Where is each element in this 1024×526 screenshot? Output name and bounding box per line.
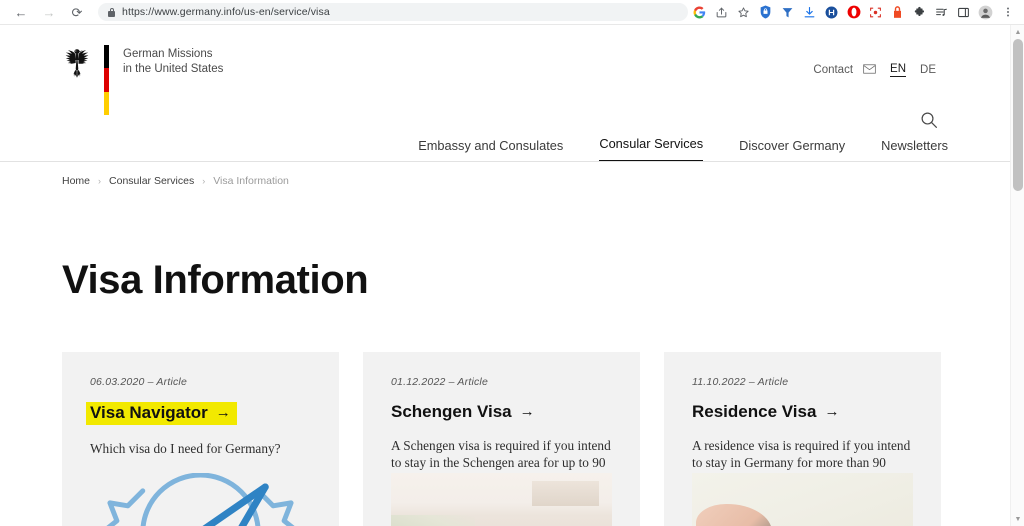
blue-circle-extension-icon[interactable] xyxy=(821,2,842,23)
puzzle-extensions-icon[interactable] xyxy=(909,2,930,23)
card-meta: 11.10.2022 – Article xyxy=(692,376,789,388)
card-meta: 01.12.2022 – Article xyxy=(391,376,489,388)
card-title-link[interactable]: Schengen Visa → xyxy=(391,402,535,422)
utility-nav: Contact EN DE xyxy=(813,63,936,77)
browser-nav-buttons: ← → ⟳ xyxy=(0,1,90,23)
card-title-text: Visa Navigator xyxy=(90,403,208,422)
back-button[interactable]: ← xyxy=(8,1,34,23)
card-title-link[interactable]: Visa Navigator → xyxy=(86,402,237,425)
download-icon[interactable] xyxy=(799,2,820,23)
header-divider xyxy=(0,161,1010,162)
breadcrumb-separator: › xyxy=(98,176,102,186)
share-icon[interactable] xyxy=(711,2,732,23)
card-meta: 06.03.2020 – Article xyxy=(90,376,188,388)
site-header: German Missions in the United States Con… xyxy=(0,25,1010,162)
nav-item-consular-services[interactable]: Consular Services xyxy=(599,136,704,162)
nav-item-discover-germany[interactable]: Discover Germany xyxy=(739,138,845,162)
lang-en-link[interactable]: EN xyxy=(890,63,907,77)
bundesadler-eagle-icon xyxy=(62,45,92,78)
forward-button[interactable]: → xyxy=(36,1,62,23)
extension-icons xyxy=(689,2,1024,23)
site-logo-line1: German Missions xyxy=(123,48,213,60)
breadcrumb-item-consular-services[interactable]: Consular Services xyxy=(109,175,194,187)
sidepanel-icon[interactable] xyxy=(953,2,974,23)
search-icon xyxy=(920,111,938,134)
chrome-menu-icon[interactable] xyxy=(997,2,1018,23)
address-bar[interactable]: https://www.germany.info/us-en/service/v… xyxy=(98,3,688,21)
scroll-down-arrow-icon[interactable]: ▼ xyxy=(1011,512,1024,526)
contact-link[interactable]: Contact xyxy=(813,63,876,77)
scrollbar-thumb[interactable] xyxy=(1013,39,1023,191)
card-media-compass-illustration xyxy=(90,473,311,526)
opera-extension-icon[interactable] xyxy=(843,2,864,23)
profile-avatar-icon[interactable] xyxy=(975,2,996,23)
site-logo[interactable]: German Missions in the United States xyxy=(62,45,223,115)
shield-privacy-extension-icon[interactable] xyxy=(755,2,776,23)
card-title-link[interactable]: Residence Visa → xyxy=(692,402,839,422)
lock-extension-icon[interactable] xyxy=(887,2,908,23)
screenshot-capture-icon[interactable] xyxy=(865,2,886,23)
envelope-icon xyxy=(863,63,876,77)
breadcrumb-item-home[interactable]: Home xyxy=(62,175,90,187)
article-card-visa-navigator[interactable]: 06.03.2020 – Article Visa Navigator → Wh… xyxy=(62,352,339,526)
article-card-schengen-visa[interactable]: 01.12.2022 – Article Schengen Visa → A S… xyxy=(363,352,640,526)
breadcrumb: Home › Consular Services › Visa Informat… xyxy=(62,175,289,187)
playlist-icon[interactable] xyxy=(931,2,952,23)
contact-label: Contact xyxy=(813,64,854,76)
page-title: Visa Information xyxy=(62,258,369,302)
site-logo-line2: in the United States xyxy=(123,63,224,75)
reload-button[interactable]: ⟳ xyxy=(64,1,90,23)
url-text: https://www.germany.info/us-en/service/v… xyxy=(122,6,330,18)
search-button[interactable] xyxy=(918,111,940,133)
main-nav: Embassy and Consulates Consular Services… xyxy=(418,136,948,162)
page-scrollbar[interactable]: ▲ ▼ xyxy=(1010,25,1024,526)
card-description: Which visa do I need for Germany? xyxy=(90,440,281,456)
google-account-icon[interactable] xyxy=(689,2,710,23)
breadcrumb-separator: › xyxy=(202,176,206,186)
lock-icon xyxy=(108,7,115,17)
site-logo-text: German Missions in the United States xyxy=(123,45,223,77)
bookmark-star-icon[interactable] xyxy=(733,2,754,23)
card-media-photo xyxy=(391,473,612,526)
nav-item-embassy-and-consulates[interactable]: Embassy and Consulates xyxy=(418,138,563,162)
arrow-right-icon: → xyxy=(824,403,840,421)
scroll-up-arrow-icon[interactable]: ▲ xyxy=(1011,25,1024,39)
card-media-photo xyxy=(692,473,913,526)
breadcrumb-item-visa-information: Visa Information xyxy=(213,175,289,187)
arrow-right-icon: → xyxy=(519,403,535,421)
article-card-residence-visa[interactable]: 11.10.2022 – Article Residence Visa → A … xyxy=(664,352,941,526)
page-viewport: German Missions in the United States Con… xyxy=(0,25,1010,526)
article-card-grid: 06.03.2020 – Article Visa Navigator → Wh… xyxy=(62,352,941,526)
funnel-extension-icon[interactable] xyxy=(777,2,798,23)
browser-toolbar: ← → ⟳ https://www.germany.info/us-en/ser… xyxy=(0,0,1024,25)
lang-de-link[interactable]: DE xyxy=(920,64,936,76)
arrow-right-icon: → xyxy=(215,404,231,422)
nav-item-newsletters[interactable]: Newsletters xyxy=(881,138,948,162)
card-title-text: Schengen Visa xyxy=(391,402,512,421)
german-flag-bar-icon xyxy=(104,45,109,115)
card-title-text: Residence Visa xyxy=(692,402,817,421)
